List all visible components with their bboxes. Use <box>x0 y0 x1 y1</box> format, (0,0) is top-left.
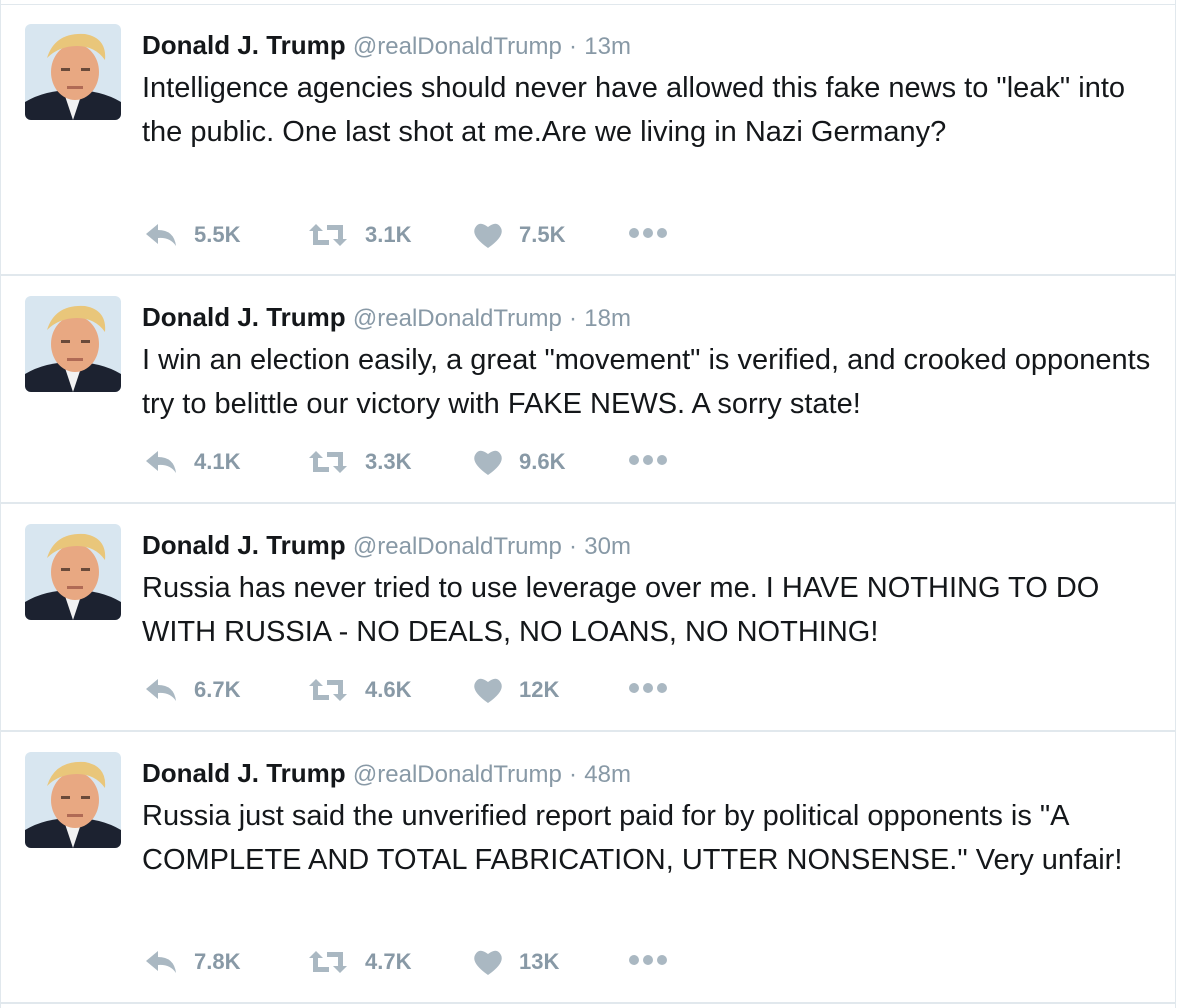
retweet-count: 3.3K <box>365 449 412 474</box>
retweet-button[interactable]: 4.6K <box>307 677 473 703</box>
tweet-header: Donald J. Trump @realDonaldTrump · 48m <box>142 756 1151 792</box>
tweet-content: Donald J. Trump @realDonaldTrump · 30m R… <box>142 528 1151 654</box>
reply-count: 6.7K <box>194 677 241 702</box>
reply-arrow-icon <box>144 677 178 703</box>
reply-arrow-icon <box>144 449 178 475</box>
tweet-text: Russia has never tried to use leverage o… <box>142 572 1100 648</box>
heart-icon <box>473 676 503 704</box>
author-handle[interactable]: @realDonaldTrump <box>353 761 562 788</box>
author-handle[interactable]: @realDonaldTrump <box>353 33 562 60</box>
reply-count: 4.1K <box>194 449 241 474</box>
author-name[interactable]: Donald J. Trump <box>142 758 346 788</box>
author-handle[interactable]: @realDonaldTrump <box>353 305 562 332</box>
reply-button[interactable]: 5.5K <box>144 222 307 248</box>
tweet-actions: 4.1K 3.3K 9.6K <box>144 447 668 477</box>
reply-count: 5.5K <box>194 222 241 247</box>
like-button[interactable]: 7.5K <box>473 221 628 249</box>
tweet-header: Donald J. Trump @realDonaldTrump · 18m <box>142 300 1151 336</box>
retweet-icon <box>307 449 349 475</box>
separator-dot: · <box>569 761 578 788</box>
tweet-timestamp[interactable]: 18m <box>584 305 631 332</box>
tweet-actions: 7.8K 4.7K 13K <box>144 947 668 977</box>
separator-dot: · <box>569 533 578 560</box>
reply-button[interactable]: 6.7K <box>144 677 307 703</box>
timeline: Donald J. Trump @realDonaldTrump · 13m I… <box>0 0 1176 1008</box>
tweet-actions: 5.5K 3.1K 7.5K <box>144 220 668 250</box>
retweet-button[interactable]: 4.7K <box>307 949 473 975</box>
tweet[interactable]: Donald J. Trump @realDonaldTrump · 48m R… <box>1 732 1175 1004</box>
tweet-text: Intelligence agencies should never have … <box>142 72 1126 148</box>
avatar[interactable] <box>25 524 121 620</box>
like-button[interactable]: 13K <box>473 948 628 976</box>
author-name[interactable]: Donald J. Trump <box>142 530 346 560</box>
avatar[interactable] <box>25 296 121 392</box>
heart-icon <box>473 221 503 249</box>
author-name[interactable]: Donald J. Trump <box>142 30 346 60</box>
reply-arrow-icon <box>144 222 178 248</box>
tweet-timestamp[interactable]: 13m <box>584 33 631 60</box>
tweet-timestamp[interactable]: 48m <box>584 761 631 788</box>
like-button[interactable]: 12K <box>473 676 628 704</box>
retweet-icon <box>307 677 349 703</box>
retweet-count: 4.6K <box>365 677 412 702</box>
tweet-timestamp[interactable]: 30m <box>584 533 631 560</box>
retweet-count: 3.1K <box>365 222 412 247</box>
more-dots-icon <box>628 953 668 971</box>
like-count: 13K <box>519 949 560 974</box>
like-count: 12K <box>519 677 560 702</box>
tweet-text: I win an election easily, a great "movem… <box>142 344 1151 420</box>
tweet-content: Donald J. Trump @realDonaldTrump · 18m I… <box>142 300 1151 426</box>
profile-photo <box>25 752 121 848</box>
more-dots-icon <box>628 226 668 244</box>
more-button[interactable] <box>628 953 668 971</box>
more-button[interactable] <box>628 226 668 244</box>
tweet[interactable]: Donald J. Trump @realDonaldTrump · 30m R… <box>1 504 1175 732</box>
tweet-text: Russia just said the unverified report p… <box>142 800 1123 876</box>
like-count: 9.6K <box>519 449 566 474</box>
retweet-icon <box>307 949 349 975</box>
profile-photo <box>25 296 121 392</box>
tweet-content: Donald J. Trump @realDonaldTrump · 13m I… <box>142 28 1151 154</box>
heart-icon <box>473 948 503 976</box>
tweet-content: Donald J. Trump @realDonaldTrump · 48m R… <box>142 756 1151 882</box>
author-handle[interactable]: @realDonaldTrump <box>353 533 562 560</box>
avatar[interactable] <box>25 752 121 848</box>
profile-photo <box>25 24 121 120</box>
reply-count: 7.8K <box>194 949 241 974</box>
more-button[interactable] <box>628 453 668 471</box>
retweet-button[interactable]: 3.1K <box>307 222 473 248</box>
reply-button[interactable]: 4.1K <box>144 449 307 475</box>
retweet-button[interactable]: 3.3K <box>307 449 473 475</box>
tweet[interactable]: Donald J. Trump @realDonaldTrump · 13m I… <box>1 4 1175 276</box>
separator-dot: · <box>569 305 578 332</box>
more-dots-icon <box>628 453 668 471</box>
like-count: 7.5K <box>519 222 566 247</box>
heart-icon <box>473 448 503 476</box>
reply-button[interactable]: 7.8K <box>144 949 307 975</box>
tweet-header: Donald J. Trump @realDonaldTrump · 30m <box>142 528 1151 564</box>
retweet-icon <box>307 222 349 248</box>
tweet-actions: 6.7K 4.6K 12K <box>144 675 668 705</box>
reply-arrow-icon <box>144 949 178 975</box>
separator-dot: · <box>569 33 578 60</box>
tweet[interactable]: Donald J. Trump @realDonaldTrump · 18m I… <box>1 276 1175 504</box>
avatar[interactable] <box>25 24 121 120</box>
tweet-header: Donald J. Trump @realDonaldTrump · 13m <box>142 28 1151 64</box>
author-name[interactable]: Donald J. Trump <box>142 302 346 332</box>
retweet-count: 4.7K <box>365 949 412 974</box>
more-button[interactable] <box>628 681 668 699</box>
more-dots-icon <box>628 681 668 699</box>
like-button[interactable]: 9.6K <box>473 448 628 476</box>
profile-photo <box>25 524 121 620</box>
